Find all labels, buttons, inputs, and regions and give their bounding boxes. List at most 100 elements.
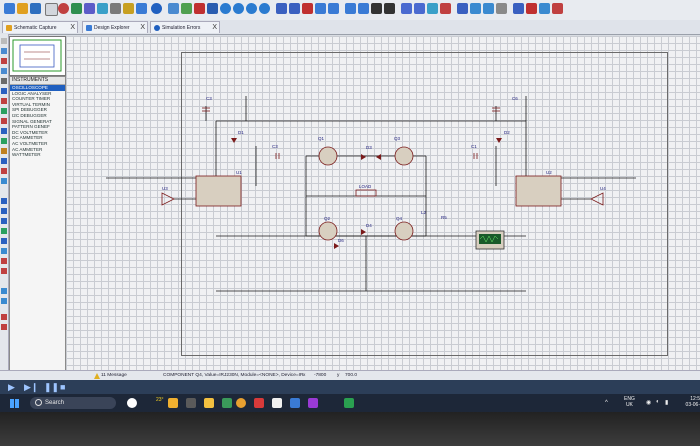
virtual-instrument-icon[interactable] — [1, 178, 7, 184]
box-2d-icon[interactable] — [1, 208, 7, 214]
selection-mode-icon[interactable] — [1, 38, 7, 44]
package-tool-icon[interactable] — [427, 3, 438, 14]
driver-ic-u2[interactable] — [515, 175, 562, 207]
pcb-icon[interactable] — [71, 3, 82, 14]
close-icon[interactable]: X — [212, 22, 217, 34]
tape-recorder-icon[interactable] — [1, 138, 7, 144]
mosfet-q1[interactable] — [318, 146, 338, 166]
rotate-anticlockwise-icon[interactable] — [1, 298, 7, 304]
pause-icon[interactable]: ❚❚ — [44, 383, 59, 392]
bom-icon[interactable] — [110, 3, 121, 14]
taskbar-search[interactable]: Search — [30, 397, 116, 409]
wifi-icon[interactable]: ◉ — [646, 399, 651, 406]
weather-icon[interactable] — [168, 398, 178, 408]
subcircuit-icon[interactable] — [1, 98, 7, 104]
mosfet-q4[interactable] — [394, 221, 414, 241]
text-script-icon[interactable] — [1, 78, 7, 84]
diode-d6[interactable] — [334, 243, 339, 249]
task-view-icon[interactable] — [186, 398, 196, 408]
diode-d1[interactable] — [231, 138, 237, 143]
markers-icon[interactable] — [1, 268, 7, 274]
block-copy-icon[interactable] — [345, 3, 356, 14]
circle-2d-icon[interactable] — [1, 218, 7, 224]
help-icon[interactable] — [151, 3, 162, 14]
language-indicator[interactable]: ENG UK — [624, 396, 635, 408]
current-probe-icon[interactable] — [1, 168, 7, 174]
remove-sheet-icon[interactable] — [526, 3, 537, 14]
property-assign-icon[interactable] — [483, 3, 494, 14]
gerber-icon[interactable] — [97, 3, 108, 14]
stop-icon[interactable]: ■ — [60, 383, 65, 392]
tab-design-explorer[interactable]: Design Explorer X — [82, 21, 148, 33]
line-2d-icon[interactable] — [1, 198, 7, 204]
zoom-area-icon[interactable] — [259, 3, 270, 14]
diode-d4[interactable] — [361, 229, 366, 235]
mirror-y-icon[interactable] — [1, 324, 7, 330]
chrome-icon[interactable] — [236, 398, 246, 408]
symbol-2d-icon[interactable] — [1, 258, 7, 264]
refresh-icon[interactable] — [168, 3, 179, 14]
block-delete-icon[interactable] — [384, 3, 395, 14]
voltage-probe-icon[interactable] — [1, 158, 7, 164]
decompose-icon[interactable] — [440, 3, 451, 14]
new-sheet-icon[interactable] — [513, 3, 524, 14]
diode-d2[interactable] — [496, 138, 502, 143]
buffer-u4[interactable] — [590, 192, 604, 206]
app-purple-icon[interactable] — [308, 398, 318, 408]
generator-icon[interactable] — [1, 148, 7, 154]
origin-icon[interactable] — [194, 3, 205, 14]
word-icon[interactable] — [290, 398, 300, 408]
wire-autorouter-icon[interactable] — [457, 3, 468, 14]
block-move-icon[interactable] — [358, 3, 369, 14]
mosfet-q3[interactable] — [394, 146, 414, 166]
overview-window[interactable] — [9, 36, 66, 76]
store-icon[interactable] — [222, 398, 232, 408]
app-green-icon[interactable] — [344, 398, 354, 408]
copy-icon[interactable] — [315, 3, 326, 14]
diode-d3[interactable] — [361, 154, 366, 160]
redo-icon[interactable] — [289, 3, 300, 14]
diode-d5[interactable] — [376, 154, 381, 160]
home-icon[interactable] — [45, 3, 58, 16]
weather-temp[interactable]: 23° — [156, 397, 164, 403]
source-code-icon[interactable] — [123, 3, 134, 14]
step-icon[interactable]: ▶❙ — [24, 383, 38, 392]
component-mode-icon[interactable] — [1, 48, 7, 54]
3d-view-icon[interactable] — [84, 3, 95, 14]
junction-dot-icon[interactable] — [1, 58, 7, 64]
netlist-icon[interactable] — [539, 3, 550, 14]
play-icon[interactable]: ▶ — [8, 383, 15, 392]
new-file-icon[interactable] — [4, 3, 15, 14]
instrument-item[interactable]: WATTMETER — [10, 152, 65, 158]
buffer-u3[interactable] — [161, 192, 175, 206]
device-pin-icon[interactable] — [1, 118, 7, 124]
file-explorer-icon[interactable] — [204, 398, 214, 408]
zoom-out-icon[interactable] — [233, 3, 244, 14]
make-device-icon[interactable] — [414, 3, 425, 14]
tab-schematic-capture[interactable]: Schematic Capture X — [2, 21, 78, 33]
wire-label-icon[interactable] — [1, 68, 7, 74]
clock[interactable]: 12:5 03-06- — [678, 396, 700, 408]
tray-chevron-icon[interactable]: ^ — [605, 400, 608, 406]
electrical-rules-icon[interactable] — [552, 3, 563, 14]
widgets-icon[interactable] — [127, 398, 137, 408]
undo-icon[interactable] — [276, 3, 287, 14]
bus-icon[interactable] — [1, 88, 7, 94]
rotate-clockwise-icon[interactable] — [1, 288, 7, 294]
mosfet-q2[interactable] — [318, 221, 338, 241]
load-resistor[interactable] — [355, 189, 377, 197]
tab-simulation-errors[interactable]: Simulation Errors X — [150, 21, 220, 33]
driver-ic-u1[interactable] — [195, 175, 242, 207]
path-2d-icon[interactable] — [1, 238, 7, 244]
search-tag-icon[interactable] — [470, 3, 481, 14]
pick-device-icon[interactable] — [401, 3, 412, 14]
text-2d-icon[interactable] — [1, 248, 7, 254]
library-icon[interactable] — [136, 3, 147, 14]
open-folder-icon[interactable] — [17, 3, 28, 14]
schematic-icon[interactable] — [58, 3, 69, 14]
windows-start-icon[interactable] — [10, 399, 19, 408]
terminal-icon[interactable] — [1, 108, 7, 114]
mirror-x-icon[interactable] — [1, 314, 7, 320]
volume-icon[interactable]: ◐ — [656, 399, 660, 405]
zoom-in-icon[interactable] — [220, 3, 231, 14]
